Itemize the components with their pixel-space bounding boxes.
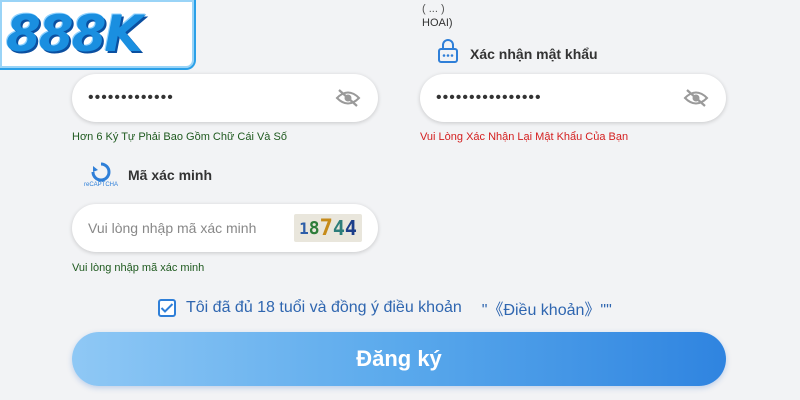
confirm-password-field[interactable] bbox=[420, 74, 726, 122]
eye-slash-icon[interactable] bbox=[334, 87, 362, 109]
recaptcha-badge-text: reCAPTCHA bbox=[84, 182, 119, 188]
captcha-digit: 4 bbox=[332, 216, 345, 240]
password-field[interactable] bbox=[72, 74, 378, 122]
register-button[interactable]: Đăng ký bbox=[72, 332, 726, 386]
captcha-digit: 8 bbox=[308, 217, 320, 239]
recaptcha-icon: reCAPTCHA bbox=[84, 162, 118, 188]
password-input[interactable] bbox=[88, 89, 334, 107]
brand-logo: 888K bbox=[0, 0, 196, 70]
top-hint-line-2: HOAI) bbox=[422, 17, 453, 29]
confirm-password-label: Xác nhận mật khẩu bbox=[470, 45, 598, 62]
lock-icon bbox=[436, 38, 460, 69]
confirm-password-input[interactable] bbox=[436, 89, 682, 107]
captcha-label: Mã xác minh bbox=[128, 167, 213, 183]
top-field-hint: ( ... ) HOAI) bbox=[422, 2, 453, 30]
logo-text: 888K bbox=[6, 5, 143, 63]
agreement-row: Tôi đã đủ 18 tuổi và đồng ý điều khoản "… bbox=[158, 296, 612, 320]
eye-slash-icon[interactable] bbox=[682, 87, 710, 109]
terms-link[interactable]: "《Điều khoản》"" bbox=[482, 296, 612, 320]
captcha-digit: 7 bbox=[319, 215, 333, 241]
agreement-text: Tôi đã đủ 18 tuổi và đồng ý điều khoản bbox=[186, 299, 462, 316]
confirm-password-hint: Vui Lòng Xác Nhận Lại Mật Khẩu Của Bạn bbox=[420, 131, 629, 143]
agree-checkbox[interactable] bbox=[158, 299, 176, 317]
captcha-label-row: reCAPTCHA Mã xác minh bbox=[84, 162, 212, 188]
top-hint-line-1: ( ... ) bbox=[422, 3, 445, 15]
confirm-password-label-row: Xác nhận mật khẩu bbox=[436, 38, 598, 69]
captcha-image[interactable]: 1 8 7 4 4 bbox=[294, 214, 362, 242]
captcha-field[interactable]: 1 8 7 4 4 bbox=[72, 204, 378, 252]
captcha-digit: 4 bbox=[344, 216, 357, 240]
captcha-input[interactable] bbox=[88, 220, 294, 236]
captcha-digit: 1 bbox=[299, 218, 309, 238]
password-hint: Hơn 6 Ký Tự Phải Bao Gồm Chữ Cái Và Số bbox=[72, 131, 287, 143]
checkmark-icon bbox=[160, 303, 174, 313]
captcha-hint: Vui lòng nhập mã xác minh bbox=[72, 262, 205, 274]
